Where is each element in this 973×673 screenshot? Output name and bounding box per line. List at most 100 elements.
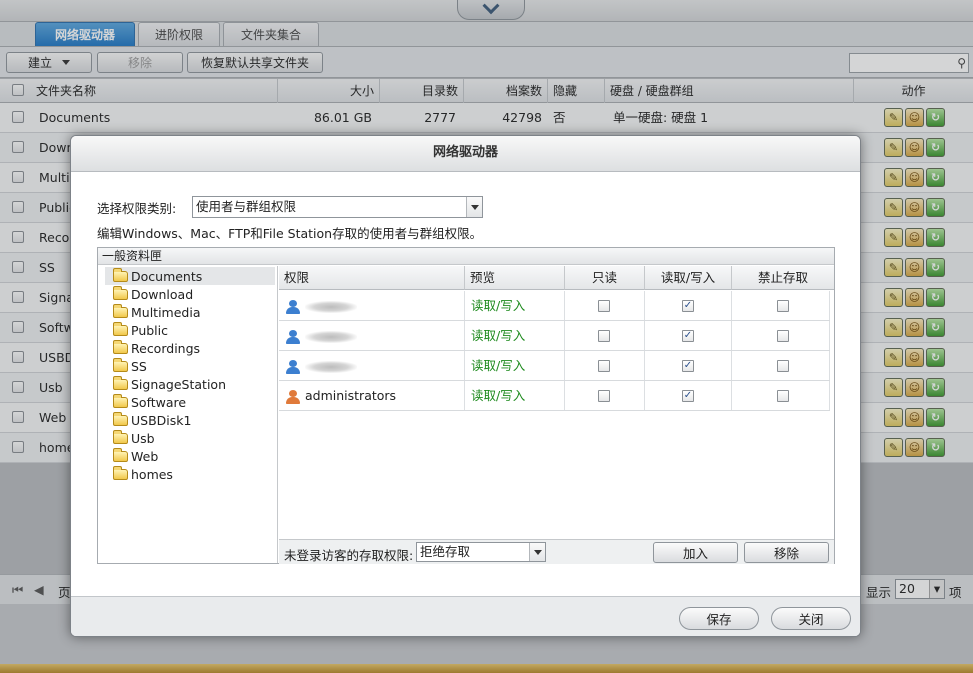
guest-access-bar: 未登录访客的存取权限: 拒绝存取 加入 移除 <box>279 539 834 564</box>
user-cell <box>279 321 465 350</box>
folder-icon <box>113 429 128 444</box>
guest-access-value: 拒绝存取 <box>420 544 471 559</box>
permission-row[interactable]: 读取/写入 ✓ <box>279 321 830 351</box>
remove-permission-button[interactable]: 移除 <box>744 542 829 563</box>
readwrite-cell: ✓ <box>645 381 732 410</box>
tree-item-multimedia[interactable]: Multimedia <box>105 303 201 321</box>
guest-access-label: 未登录访客的存取权限: <box>284 548 414 563</box>
tree-item-label: Documents <box>131 268 203 284</box>
tree-item-label: Web <box>131 448 159 464</box>
tree-item-documents[interactable]: Documents <box>105 267 275 285</box>
folder-tree: Documents Download Multimedia Public Rec… <box>98 266 278 563</box>
group-cell: administrators <box>279 381 465 410</box>
add-button[interactable]: 加入 <box>653 542 738 563</box>
group-icon <box>283 389 301 404</box>
deny-checkbox[interactable] <box>777 390 789 402</box>
readwrite-checkbox[interactable]: ✓ <box>682 360 694 372</box>
tree-item-label: Public <box>131 322 168 338</box>
deny-cell <box>732 291 830 320</box>
user-cell <box>279 351 465 380</box>
tree-item-label: SignageStation <box>131 376 226 392</box>
permission-row[interactable]: administrators 读取/写入 ✓ <box>279 381 830 411</box>
tree-item-label: USBDisk1 <box>131 412 192 428</box>
tree-item-label: Software <box>131 394 187 410</box>
dialog-title: 网络驱动器 <box>71 136 860 172</box>
perm-type-select[interactable]: 使用者与群组权限 <box>192 196 483 218</box>
tree-item-public[interactable]: Public <box>105 321 168 339</box>
panel-title: 一般资料匣 <box>98 248 834 265</box>
redacted-username <box>305 330 357 343</box>
group-name: administrators <box>305 388 397 403</box>
network-drive-dialog: 网络驱动器 选择权限类别: 使用者与群组权限 编辑Windows、Mac、FTP… <box>70 135 861 637</box>
readonly-cell <box>565 291 645 320</box>
tree-item-ss[interactable]: SS <box>105 357 147 375</box>
readwrite-checkbox[interactable]: ✓ <box>682 300 694 312</box>
readonly-checkbox[interactable] <box>598 390 610 402</box>
perm-type-value: 使用者与群组权限 <box>196 199 297 214</box>
deny-cell <box>732 351 830 380</box>
col-deny: 禁止存取 <box>732 266 834 290</box>
preview-cell: 读取/写入 <box>465 381 565 410</box>
close-button[interactable]: 关闭 <box>771 607 851 630</box>
col-permission: 权限 <box>279 266 465 290</box>
deny-cell <box>732 321 830 350</box>
tree-item-label: Multimedia <box>131 304 201 320</box>
user-icon <box>285 329 301 344</box>
readwrite-cell: ✓ <box>645 291 732 320</box>
preview-cell: 读取/写入 <box>465 351 565 380</box>
col-readwrite: 读取/写入 <box>645 266 732 290</box>
tree-item-software[interactable]: Software <box>105 393 186 411</box>
tree-item-label: SS <box>131 358 147 374</box>
folder-icon <box>113 285 128 300</box>
chevron-down-icon <box>466 197 482 217</box>
tree-item-homes[interactable]: homes <box>105 465 173 483</box>
redacted-username <box>305 360 357 373</box>
col-readonly: 只读 <box>565 266 645 290</box>
deny-checkbox[interactable] <box>777 300 789 312</box>
folder-icon <box>113 357 128 372</box>
readwrite-checkbox[interactable]: ✓ <box>682 390 694 402</box>
tree-item-label: homes <box>131 466 173 482</box>
tree-item-download[interactable]: Download <box>105 285 193 303</box>
readonly-checkbox[interactable] <box>598 300 610 312</box>
folder-icon <box>113 411 128 426</box>
tree-item-label: Usb <box>131 430 155 446</box>
readwrite-cell: ✓ <box>645 351 732 380</box>
folder-icon <box>113 465 128 480</box>
permission-row[interactable]: 读取/写入 ✓ <box>279 351 830 381</box>
perm-type-label: 选择权限类别: <box>97 201 177 216</box>
preview-cell: 读取/写入 <box>465 321 565 350</box>
col-preview: 预览 <box>465 266 565 290</box>
tree-item-signagestation[interactable]: SignageStation <box>105 375 226 393</box>
readonly-cell <box>565 381 645 410</box>
user-cell <box>279 291 465 320</box>
tree-item-usbdisk1[interactable]: USBDisk1 <box>105 411 191 429</box>
readonly-cell <box>565 321 645 350</box>
folder-icon <box>113 393 128 408</box>
save-button[interactable]: 保存 <box>679 607 759 630</box>
readonly-cell <box>565 351 645 380</box>
readwrite-cell: ✓ <box>645 321 732 350</box>
permission-row[interactable]: 读取/写入 ✓ <box>279 291 830 321</box>
folder-icon <box>113 339 128 354</box>
guest-access-select[interactable]: 拒绝存取 <box>416 542 546 562</box>
preview-cell: 读取/写入 <box>465 291 565 320</box>
folder-icon <box>113 447 128 462</box>
chevron-down-icon <box>529 543 545 561</box>
deny-checkbox[interactable] <box>777 360 789 372</box>
tree-item-usb[interactable]: Usb <box>105 429 155 447</box>
redacted-username <box>305 300 357 313</box>
user-icon <box>285 359 301 374</box>
readonly-checkbox[interactable] <box>598 360 610 372</box>
tree-item-recordings[interactable]: Recordings <box>105 339 200 357</box>
folder-icon <box>113 375 128 390</box>
folder-icon <box>113 321 128 336</box>
folder-icon <box>113 267 128 282</box>
tree-item-label: Download <box>131 286 194 302</box>
deny-checkbox[interactable] <box>777 330 789 342</box>
readwrite-checkbox[interactable]: ✓ <box>682 330 694 342</box>
folder-icon <box>113 303 128 318</box>
tree-item-web[interactable]: Web <box>105 447 158 465</box>
readonly-checkbox[interactable] <box>598 330 610 342</box>
user-icon <box>285 299 301 314</box>
